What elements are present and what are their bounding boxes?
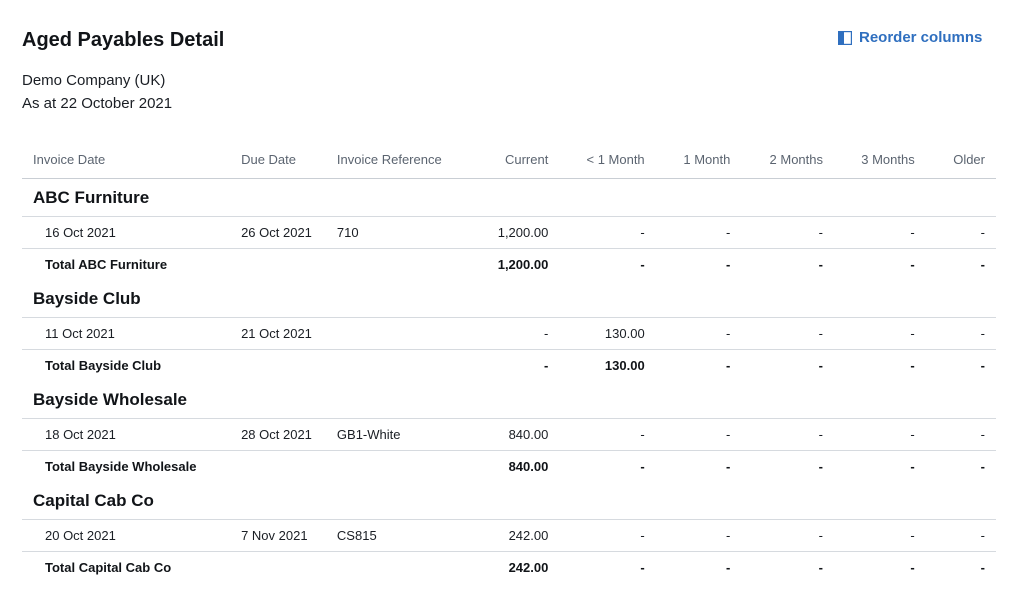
- table-header-row: Invoice Date Due Date Invoice Reference …: [22, 140, 996, 179]
- older-cell: -: [925, 418, 996, 451]
- group-header-row: Bayside Wholesale: [22, 381, 996, 419]
- current-cell: 1,200.00: [456, 216, 560, 249]
- invoice-reference-cell[interactable]: [325, 317, 457, 350]
- group-header-row: ABC Furniture: [22, 178, 996, 217]
- 2-months-cell: -: [741, 519, 835, 552]
- current-cell: 840.00: [456, 418, 560, 451]
- column-header-current[interactable]: Current: [456, 140, 560, 179]
- less-1-month-cell: -: [559, 418, 656, 451]
- group-total-row: Total Bayside Club - 130.00 - - - -: [22, 350, 996, 382]
- total-1-month: -: [726, 257, 731, 272]
- less-1-month-cell: 130.00: [559, 317, 656, 350]
- total-less-1-month: -: [640, 257, 645, 272]
- total-label: Total ABC Furniture: [45, 257, 168, 272]
- 1-month-cell: -: [655, 519, 742, 552]
- total-current: 242.00: [508, 560, 549, 575]
- current-cell: 242.00: [456, 519, 560, 552]
- group-header-row: Bayside Club: [22, 280, 996, 318]
- table-row[interactable]: 11 Oct 2021 21 Oct 2021-130.00- - - -: [22, 317, 996, 350]
- table-row[interactable]: 16 Oct 2021 26 Oct 2021 710 1,200.00- - - - -: [22, 216, 996, 249]
- group-name[interactable]: Bayside Wholesale: [22, 381, 996, 419]
- total-label: Total Bayside Wholesale: [45, 459, 197, 474]
- total-2-months: -: [818, 560, 824, 575]
- due-date-cell: 28 Oct 2021: [230, 418, 326, 451]
- total-label: Total Capital Cab Co: [45, 560, 172, 575]
- table-row[interactable]: 20 Oct 2021 7 Nov 2021 CS815 242.00- - - - -: [22, 519, 996, 552]
- 3-months-cell: -: [834, 216, 926, 249]
- current-cell: -: [456, 317, 560, 350]
- total-2-months: -: [818, 459, 824, 474]
- total-3-months: -: [910, 560, 915, 575]
- 1-month-cell: -: [655, 216, 742, 249]
- invoice-date-cell: 20 Oct 2021: [22, 519, 231, 552]
- invoice-date-cell: 18 Oct 2021: [22, 418, 231, 451]
- total-3-months: -: [910, 257, 915, 272]
- aged-payables-table: Invoice Date Due Date Invoice Reference …: [22, 140, 996, 583]
- total-current: 1,200.00: [497, 257, 549, 272]
- due-date-cell: 26 Oct 2021: [230, 216, 326, 249]
- invoice-reference-cell[interactable]: GB1-White: [325, 418, 457, 451]
- total-current: 840.00: [508, 459, 549, 474]
- column-header-3-months[interactable]: 3 Months: [834, 140, 926, 179]
- total-1-month: -: [726, 358, 731, 373]
- column-header-2-months[interactable]: 2 Months: [741, 140, 835, 179]
- total-older: -: [980, 459, 985, 474]
- column-header-invoice-date[interactable]: Invoice Date: [22, 140, 231, 179]
- total-older: -: [980, 560, 985, 575]
- less-1-month-cell: -: [559, 216, 656, 249]
- reorder-columns-button[interactable]: Reorder columns: [838, 29, 982, 46]
- invoice-reference-cell[interactable]: CS815: [325, 519, 457, 552]
- total-2-months: -: [818, 358, 824, 373]
- 2-months-cell: -: [741, 418, 835, 451]
- total-label: Total Bayside Club: [45, 358, 162, 373]
- due-date-cell: 21 Oct 2021: [230, 317, 326, 350]
- older-cell: -: [925, 216, 996, 249]
- total-less-1-month: 130.00: [604, 358, 645, 373]
- column-header-1-month[interactable]: 1 Month: [655, 140, 742, 179]
- group-total-row: Total Bayside Wholesale 840.00 - - - - -: [22, 451, 996, 483]
- due-date-cell: 7 Nov 2021: [230, 519, 326, 552]
- less-1-month-cell: -: [559, 519, 656, 552]
- group-header-row: Capital Cab Co: [22, 482, 996, 520]
- invoice-date-cell: 11 Oct 2021: [22, 317, 231, 350]
- total-older: -: [980, 358, 985, 373]
- 3-months-cell: -: [834, 519, 926, 552]
- invoice-reference-cell[interactable]: 710: [325, 216, 457, 249]
- company-name: Demo Company (UK): [22, 72, 166, 89]
- 2-months-cell: -: [741, 317, 835, 350]
- group-name[interactable]: Bayside Club: [22, 280, 996, 318]
- total-1-month: -: [726, 459, 731, 474]
- total-1-month: -: [726, 560, 731, 575]
- 1-month-cell: -: [655, 317, 742, 350]
- total-less-1-month: -: [640, 459, 645, 474]
- column-header-invoice-reference[interactable]: Invoice Reference: [325, 140, 457, 179]
- group-name[interactable]: ABC Furniture: [22, 178, 996, 217]
- total-current: -: [543, 358, 549, 373]
- total-older: -: [980, 257, 985, 272]
- group-name[interactable]: Capital Cab Co: [22, 482, 996, 520]
- group-total-row: Total Capital Cab Co 242.00 - - - - -: [22, 552, 996, 584]
- older-cell: -: [925, 317, 996, 350]
- 2-months-cell: -: [741, 216, 835, 249]
- column-header-older[interactable]: Older: [925, 140, 996, 179]
- total-2-months: -: [818, 257, 824, 272]
- page-title: Aged Payables Detail: [22, 29, 225, 51]
- 3-months-cell: -: [834, 418, 926, 451]
- 1-month-cell: -: [655, 418, 742, 451]
- column-header-due-date[interactable]: Due Date: [230, 140, 326, 179]
- report-date: As at 22 October 2021: [22, 95, 173, 112]
- column-header-less-1-month[interactable]: < 1 Month: [559, 140, 656, 179]
- total-3-months: -: [910, 358, 915, 373]
- total-less-1-month: -: [640, 560, 645, 575]
- reorder-columns-label: Reorder columns: [859, 29, 983, 46]
- invoice-date-cell: 16 Oct 2021: [22, 216, 231, 249]
- total-3-months: -: [910, 459, 915, 474]
- 3-months-cell: -: [834, 317, 926, 350]
- columns-icon: [838, 30, 852, 45]
- group-total-row: Total ABC Furniture 1,200.00 - - - - -: [22, 249, 996, 281]
- older-cell: -: [925, 519, 996, 552]
- table-row[interactable]: 18 Oct 2021 28 Oct 2021 GB1-White 840.00- - -…: [22, 418, 996, 451]
